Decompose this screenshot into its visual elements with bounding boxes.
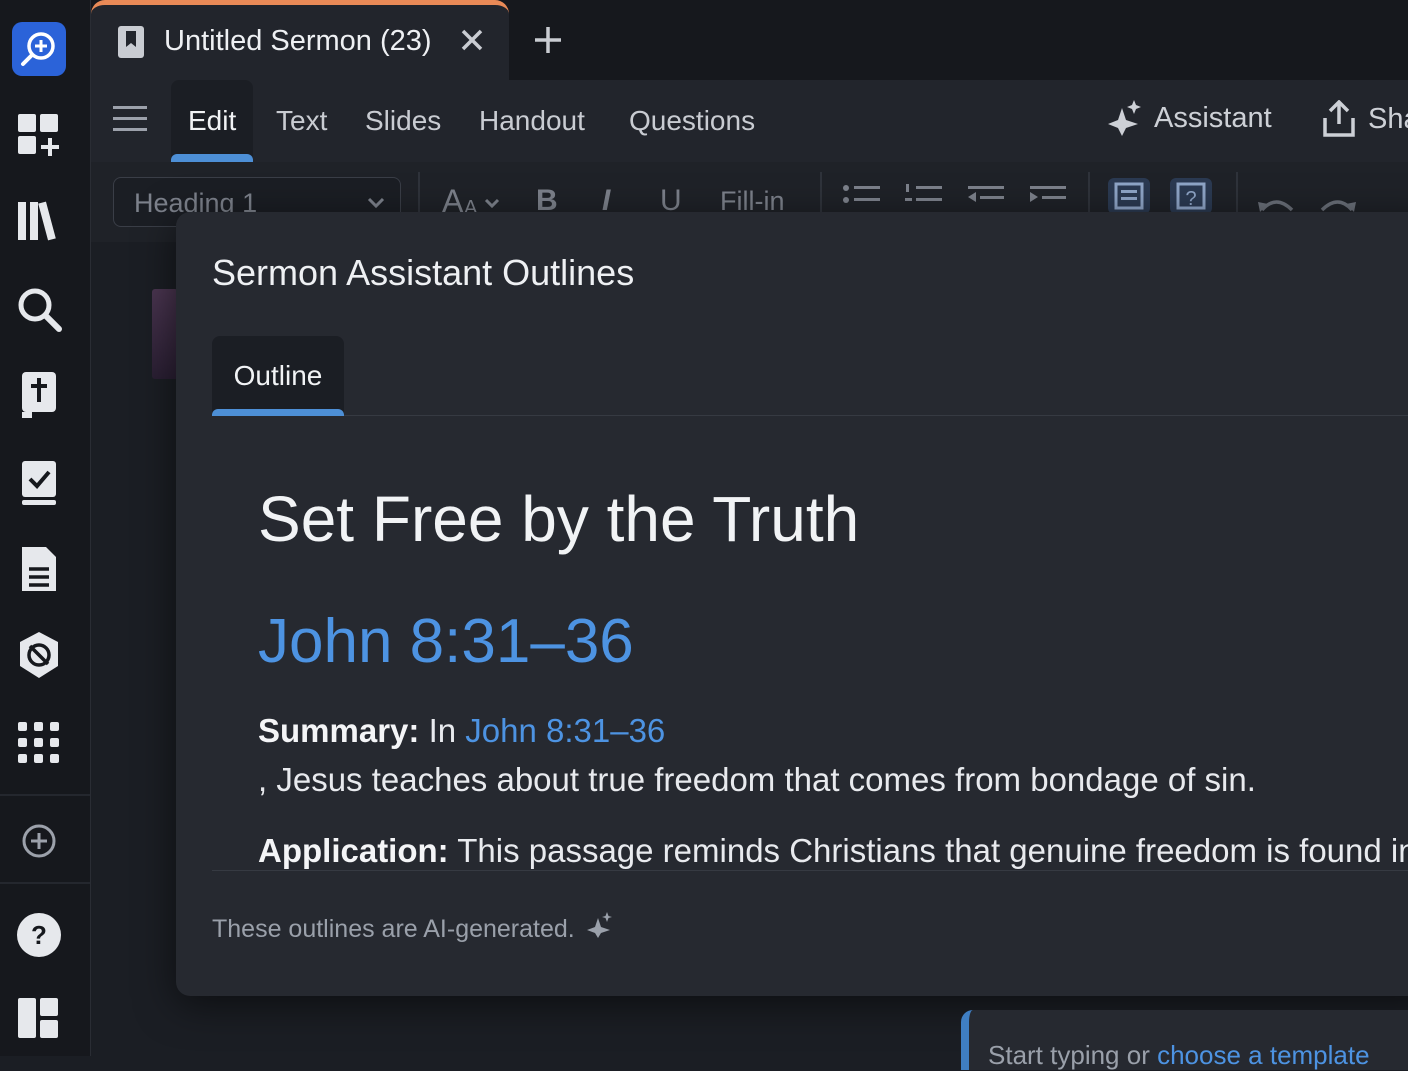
ai-generated-note: These outlines are AI-generated. [212,915,575,943]
new-tab-plus-icon[interactable] [532,24,564,56]
library-icon[interactable] [16,198,62,244]
placeholder-prefix: Start typing or [988,1040,1150,1070]
indent-icon[interactable] [1028,182,1068,216]
summary-text: , Jesus teaches about true freedom that … [258,761,1256,798]
slide-thumbnail[interactable] [152,289,178,379]
search-icon[interactable] [16,286,62,332]
sparkle-icon [1108,100,1142,136]
help-icon[interactable]: ? [16,912,62,958]
add-circle-icon[interactable] [16,818,62,864]
outline-content: Set Free by the Truth John 8:31–36 Summa… [212,420,1408,870]
dialog-tab-divider [344,415,1408,416]
summary-label: Summary: [258,712,420,749]
svg-text:?: ? [1185,188,1196,210]
share-button[interactable]: Sha [1322,100,1408,138]
summary-prefix: In [428,712,457,749]
tab-outline-label: Outline [233,360,323,391]
rail-divider [0,794,90,796]
dialog-footer-divider [212,870,1408,871]
summary-paragraph: Summary: In John 8:31–36 , Jesus teaches … [258,706,1408,804]
document-tab[interactable]: Untitled Sermon (23) [91,0,509,80]
bullet-list-icon[interactable] [842,182,882,216]
choose-template-link[interactable]: choose a template [1157,1040,1369,1070]
checklist-icon[interactable] [16,460,62,506]
assistant-button[interactable]: Assistant [1108,100,1272,136]
tab-outline[interactable]: Outline [212,336,344,416]
outline-reference-link[interactable]: John 8:31–36 [258,606,634,677]
tab-edit[interactable]: Edit [171,80,254,162]
sermon-doc-icon [117,25,145,59]
outline-title: Set Free by the Truth [258,483,860,555]
numbered-list-icon[interactable] [904,182,944,216]
tab-text[interactable]: Text [276,80,327,162]
hamburger-menu-icon[interactable] [113,104,147,134]
share-icon [1322,100,1356,138]
left-rail: ? [0,0,91,1056]
application-paragraph: Application: This passage reminds Christ… [258,826,1408,870]
bible-icon[interactable] [16,372,62,418]
question-box-icon[interactable]: ? [1168,176,1214,216]
svg-text:?: ? [31,920,47,950]
document-title: Untitled Sermon (23) [164,25,432,57]
dashboard-add-icon[interactable] [16,112,62,158]
summary-reference-link[interactable]: John 8:31–36 [465,712,665,749]
notes-icon[interactable] [1106,176,1152,216]
sparkle-icon [587,912,613,938]
application-label: Application: [258,832,449,869]
apps-grid-icon[interactable] [16,720,62,766]
document-icon[interactable] [16,546,62,592]
chevron-down-icon [366,196,386,210]
tab-handout[interactable]: Handout [479,80,585,162]
layout-panel-icon[interactable] [16,996,62,1042]
outdent-icon[interactable] [966,182,1006,216]
close-tab-icon[interactable] [459,27,485,53]
assistant-label: Assistant [1154,101,1272,134]
app-logo-icon[interactable] [12,22,66,76]
rail-divider [0,882,90,884]
tab-questions[interactable]: Questions [629,80,755,162]
shield-icon[interactable] [16,632,62,678]
tab-slides[interactable]: Slides [365,80,441,162]
share-label: Sha [1368,102,1408,135]
application-text: This passage reminds Christians that gen… [457,832,1408,869]
dialog-title: Sermon Assistant Outlines [212,252,635,293]
